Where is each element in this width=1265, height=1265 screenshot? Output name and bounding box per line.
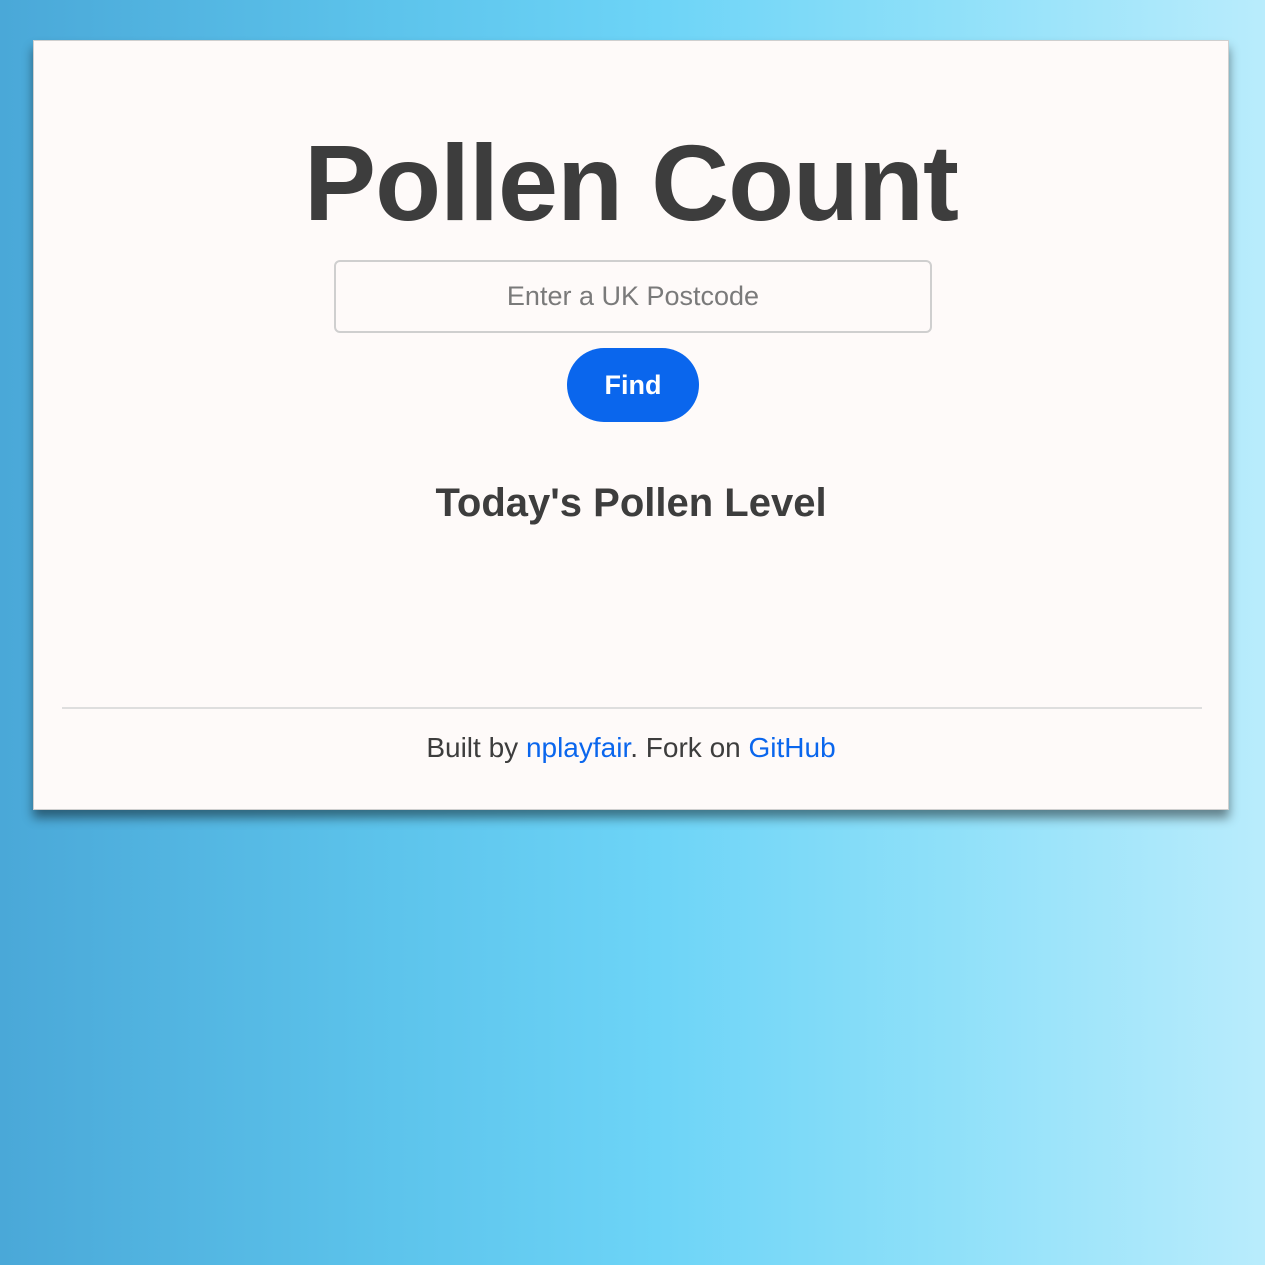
author-link[interactable]: nplayfair bbox=[526, 732, 630, 763]
footer-built-by-text: Built by bbox=[426, 732, 526, 763]
footer-fork-text: . Fork on bbox=[630, 732, 749, 763]
footer: Built by nplayfair. Fork on GitHub bbox=[34, 731, 1228, 765]
main-card: Pollen Count Find Today's Pollen Level B… bbox=[33, 40, 1229, 810]
github-link[interactable]: GitHub bbox=[749, 732, 836, 763]
pollen-level-heading: Today's Pollen Level bbox=[435, 481, 827, 525]
postcode-input[interactable] bbox=[334, 260, 932, 333]
find-button[interactable]: Find bbox=[567, 348, 699, 422]
page-title: Pollen Count bbox=[304, 122, 959, 243]
footer-divider bbox=[62, 707, 1202, 709]
